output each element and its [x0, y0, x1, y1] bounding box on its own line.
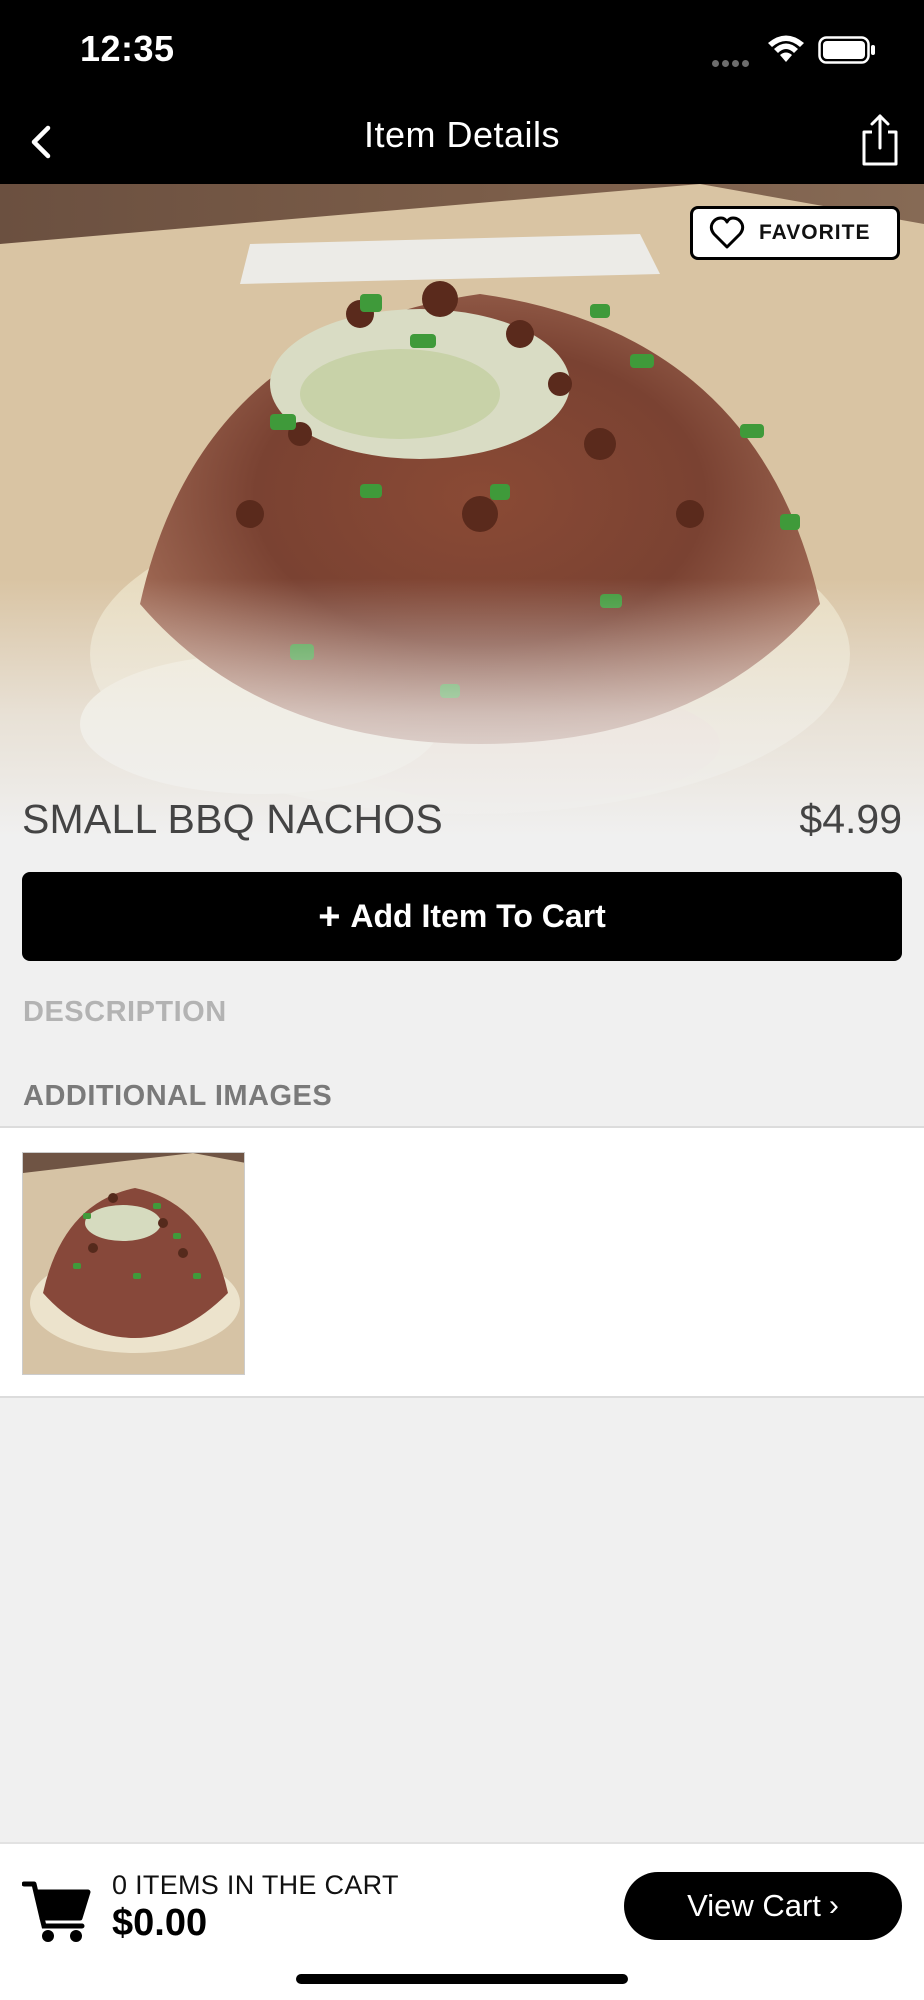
home-indicator [296, 1974, 628, 1984]
status-time: 12:35 [80, 28, 175, 69]
view-cart-button[interactable]: View Cart › [624, 1872, 902, 1940]
add-to-cart-button[interactable]: + Add Item To Cart [22, 872, 902, 961]
hero-fade [0, 184, 924, 864]
additional-image-thumbnail[interactable] [22, 1152, 245, 1375]
cart-summary-bar: 0 ITEMS IN THE CART $0.00 View Cart › [0, 1842, 924, 2000]
share-button[interactable] [856, 110, 904, 170]
battery-icon [818, 36, 875, 64]
status-bar: 12:35 [0, 0, 924, 100]
signal-icon [712, 54, 754, 67]
additional-images-heading: ADDITIONAL IMAGES [23, 1080, 333, 1112]
share-icon [862, 114, 898, 166]
add-to-cart-label: Add Item To Cart [350, 898, 606, 934]
thumbnail-photo [23, 1153, 244, 1374]
page-title: Item Details [363, 114, 561, 155]
item-price: $4.99 [799, 796, 902, 842]
item-name: SMALL BBQ NACHOS [22, 796, 443, 842]
additional-images-panel [0, 1126, 924, 1398]
favorite-button[interactable]: FAVORITE [690, 206, 900, 260]
nav-bar: Item Details [0, 100, 924, 184]
wifi-icon [768, 35, 804, 62]
heart-icon [709, 216, 745, 249]
item-hero-image [0, 184, 924, 864]
cart-total: $0.00 [112, 1902, 208, 1944]
description-heading: DESCRIPTION [23, 996, 227, 1028]
favorite-label: FAVORITE [759, 221, 871, 244]
view-cart-label: View Cart [687, 1888, 821, 1923]
chevron-right-icon: › [828, 1889, 839, 1922]
cart-item-count: 0 ITEMS IN THE CART [112, 1870, 399, 1900]
plus-icon: + [318, 895, 341, 938]
cart-icon [22, 1881, 91, 1942]
